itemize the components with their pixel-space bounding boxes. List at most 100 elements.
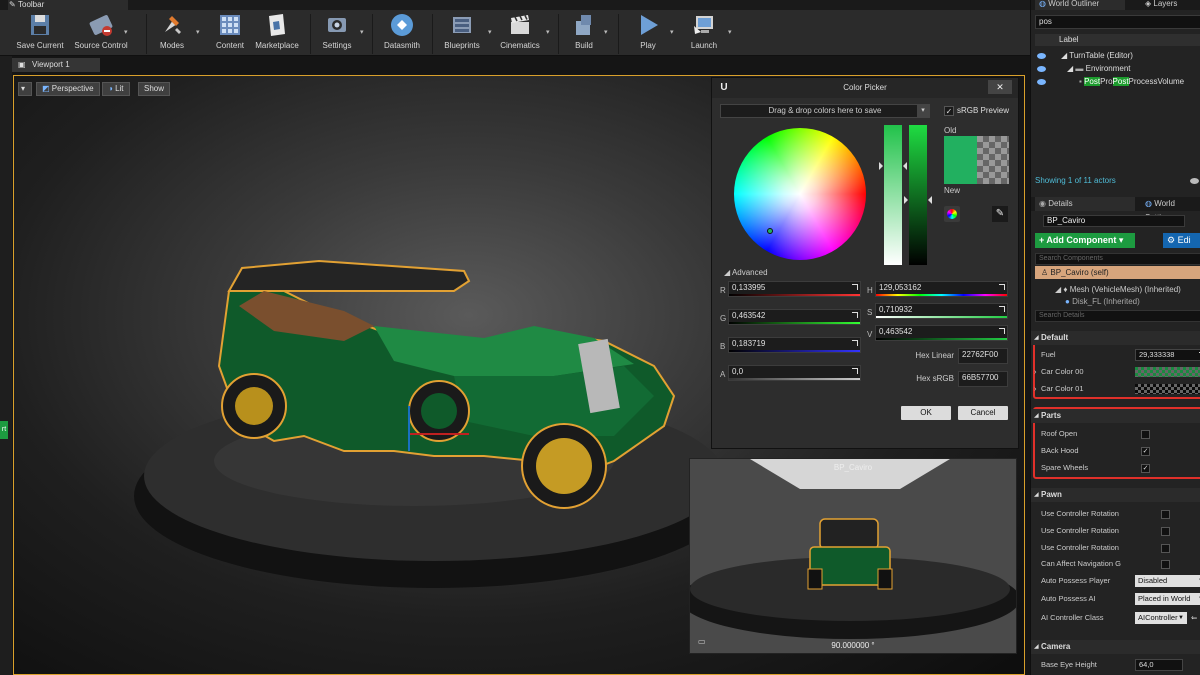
collapse-icon[interactable]: ◢ [1034,640,1039,654]
h-field[interactable]: 129,053162 [875,281,1008,297]
outliner-row[interactable]: ◢ ▬ Environment [1035,63,1200,75]
saturation-slider[interactable] [879,125,907,265]
v-field[interactable]: 0,463542 [875,325,1008,341]
collapse-icon[interactable]: ◢ [1034,409,1039,423]
play-dropdown-icon[interactable]: ▾ [670,28,674,36]
fuel-input[interactable]: 29,333338 [1135,349,1200,361]
component-disk-row[interactable]: ● Disk_FL (Inherited) [1035,298,1200,306]
visibility-eye-icon[interactable] [1037,79,1046,85]
s-field[interactable]: 0,710932 [875,303,1008,319]
expand-arrow-icon[interactable]: › [1034,383,1037,395]
settings-button[interactable]: Settings [316,12,358,54]
use-controller-rotation-pitch-checkbox[interactable] [1161,510,1170,519]
ai-controller-class-select[interactable]: AIController ▼ [1135,612,1187,624]
perspective-button[interactable]: ◩ Perspective [36,82,100,96]
auto-possess-player-select[interactable]: Disabled▼ [1135,575,1200,587]
tab-viewport[interactable]: ▣ Viewport 1 [12,58,100,72]
expand-icon[interactable] [999,306,1005,312]
show-button[interactable]: Show [138,82,171,96]
source-control-dropdown-icon[interactable]: ▾ [124,28,128,36]
cinematics-dropdown-icon[interactable]: ▾ [546,28,550,36]
cancel-button[interactable]: Cancel [958,406,1008,420]
cinematics-button[interactable]: Cinematics [496,12,544,54]
color-wheel-mode-button[interactable] [944,206,960,222]
color-wheel[interactable] [734,128,866,260]
car-color-00-swatch[interactable] [1135,367,1200,377]
expand-icon[interactable] [852,368,858,374]
component-self-row[interactable]: ♙ BP_Caviro (self) [1035,266,1200,279]
can-affect-navigation-checkbox[interactable] [1161,560,1170,569]
back-hood-checkbox[interactable]: ✓ [1141,447,1150,456]
marketplace-button[interactable]: Marketplace [252,12,302,54]
build-dropdown-icon[interactable]: ▾ [604,28,608,36]
outliner-row[interactable]: ◢ TurnTable (Editor) [1035,50,1200,62]
tab-world-outliner[interactable]: ◍ World Outliner [1035,0,1125,10]
outliner-search-input[interactable]: pos [1035,15,1200,29]
srgb-checkbox[interactable]: ✓ [944,105,954,116]
chevron-down-icon[interactable]: ▾ [917,105,929,117]
datasmith-button[interactable]: Datasmith [378,12,426,54]
collapse-icon[interactable]: ◢ [1034,331,1039,345]
play-button[interactable]: Play [628,12,668,54]
value-slider[interactable] [904,125,932,265]
modes-button[interactable]: Modes [150,12,194,54]
expand-icon[interactable] [999,284,1005,290]
b-field[interactable]: 0,183719 [728,337,861,353]
expand-icon[interactable] [852,340,858,346]
eyedropper-button[interactable]: ✎ [992,206,1008,222]
expand-icon[interactable] [852,284,858,290]
expand-arrow-icon[interactable]: › [1034,366,1037,378]
srgb-preview-toggle[interactable]: ✓ sRGB Preview [944,104,1009,118]
use-selected-arrow-icon[interactable]: ⇐ [1191,612,1197,624]
actor-name-field[interactable]: BP_Caviro [1043,215,1185,227]
hex-srgb-field[interactable]: 66B57700 [958,371,1008,387]
content-button[interactable]: Content [210,12,250,54]
r-field[interactable]: 0,133995 [728,281,861,297]
save-current-button[interactable]: Save Current [12,12,68,54]
collapse-icon[interactable]: ◢ [1034,488,1039,502]
component-mesh-row[interactable]: ◢ ♦ Mesh (VehicleMesh) (Inherited) [1035,284,1200,296]
color-dropzone[interactable]: Drag & drop colors here to save ▾ [720,104,930,118]
car-color-01-swatch[interactable] [1135,384,1200,394]
actor-preview-window[interactable]: BP_Caviro ▭ 90.000000 ° [689,458,1017,654]
visibility-eye-icon[interactable] [1037,66,1046,72]
expand-icon[interactable] [852,312,858,318]
build-button[interactable]: Build [566,12,602,54]
outliner-row-selected[interactable]: ▪ PostProPostProcessVolume [1035,76,1200,88]
add-component-button[interactable]: + Add Component ▾ [1035,233,1135,248]
use-controller-rotation-roll-checkbox[interactable] [1161,544,1170,553]
slider-marker-icon[interactable] [879,162,887,170]
search-details-input[interactable]: Search Details [1035,310,1200,322]
blueprints-button[interactable]: Blueprints [438,12,486,54]
settings-dropdown-icon[interactable]: ▾ [360,28,364,36]
edit-blueprint-button[interactable]: ⚙ Edi [1163,233,1200,248]
color-wheel-cursor[interactable] [767,228,773,234]
search-components-input[interactable]: Search Components [1035,253,1200,265]
lit-button[interactable]: ◑ Lit [102,82,130,96]
visibility-eye-icon[interactable] [1037,53,1046,59]
color-picker-titlebar[interactable]: U Color Picker ✕ [712,78,1018,98]
modes-dropdown-icon[interactable]: ▾ [196,28,200,36]
base-eye-height-input[interactable]: 64,0 [1135,659,1183,671]
view-options-eye-icon[interactable] [1190,178,1199,184]
close-icon[interactable]: ✕ [988,80,1012,94]
spare-wheels-checkbox[interactable]: ✓ [1141,464,1150,473]
viewport-menu-button[interactable]: ▾ [18,82,32,96]
slider-marker-icon[interactable] [924,196,932,204]
launch-dropdown-icon[interactable]: ▾ [728,28,732,36]
left-green-tab[interactable]: rt [0,421,8,439]
tab-details[interactable]: ◉ Details [1035,197,1135,211]
tab-world-settings[interactable]: ◍ World Settings [1141,197,1200,222]
expand-icon[interactable] [999,328,1005,334]
slider-marker-icon[interactable] [899,162,907,170]
roof-open-checkbox[interactable] [1141,430,1150,439]
tab-layers[interactable]: ◈ Layers [1141,0,1200,10]
a-field[interactable]: 0,0 [728,365,861,381]
section-pawn[interactable]: ◢ Pawn [1031,488,1200,502]
auto-possess-ai-select[interactable]: Placed in World▼ [1135,593,1200,605]
blueprints-dropdown-icon[interactable]: ▾ [488,28,492,36]
expand-arrow-icon[interactable]: ◢ [1061,51,1069,60]
launch-button[interactable]: Launch [684,12,724,54]
ok-button[interactable]: OK [901,406,951,420]
hex-linear-field[interactable]: 22762F00 [958,348,1008,364]
